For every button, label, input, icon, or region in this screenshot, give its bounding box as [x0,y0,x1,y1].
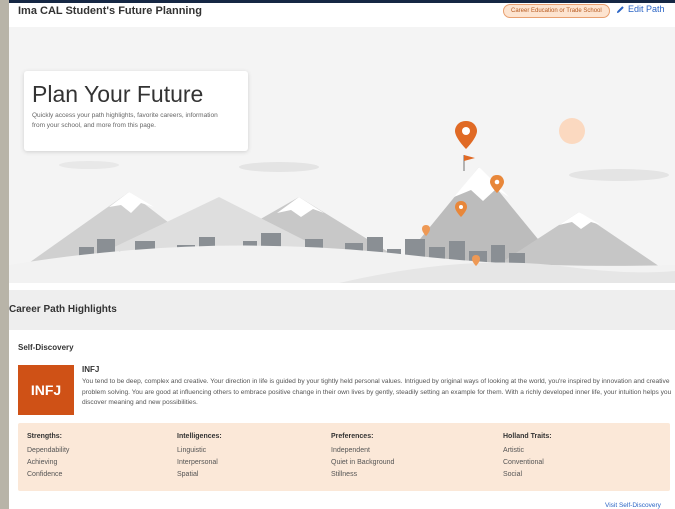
pencil-icon [616,5,624,13]
column-heading: Intelligences: [177,433,222,440]
hero-banner: Plan Your Future Quickly access your pat… [9,27,675,283]
hero-description: Quickly access your path highlights, fav… [32,112,218,129]
page-header: Ima CAL Student's Future Planning Career… [9,3,675,27]
future-planning-page: Ima CAL Student's Future Planning Career… [9,3,675,509]
intelligences-column: Intelligences: Linguistic Interpersonal … [177,433,222,481]
trait-item: Quiet in Background [331,459,395,466]
trait-item: Confidence [27,471,63,478]
trait-item: Linguistic [177,447,207,454]
visit-self-discovery-link[interactable]: Visit Self-Discovery [605,502,661,509]
trait-item: Stillness [331,471,358,478]
trait-item: Spatial [177,471,199,478]
column-heading: Strengths: [27,433,62,440]
window-left-rail [0,0,9,509]
trait-item: Achieving [27,459,58,466]
career-path-highlights-header: Career Path Highlights [9,290,675,330]
hero-intro-card: Plan Your Future Quickly access your pat… [24,71,248,151]
mountain-landscape-illustration [9,118,675,283]
trait-item: Interpersonal [177,459,218,466]
column-heading: Holland Traits: [503,433,552,440]
page-title: Ima CAL Student's Future Planning [18,5,202,17]
flag-icon [463,155,475,171]
column-heading: Preferences: [331,433,374,440]
trait-item: Conventional [503,459,544,466]
map-pin-icon [455,121,477,149]
edit-path-label: Edit Path [628,4,665,14]
traits-panel: Strengths: Dependability Achieving Confi… [18,423,670,491]
personality-type-tile: INFJ [18,365,74,415]
trait-item: Dependability [27,447,70,454]
edit-path-button[interactable]: Edit Path [616,4,665,14]
section-title: Career Path Highlights [9,304,117,315]
sun-icon [559,118,585,144]
strengths-column: Strengths: Dependability Achieving Confi… [27,433,69,481]
self-discovery-label: Self-Discovery [18,343,74,352]
self-discovery-section: Self-Discovery INFJ INFJ You tend to be … [9,331,675,509]
holland-traits-column: Holland Traits: Artistic Conventional So… [503,433,552,481]
personality-type-title: INFJ [82,365,100,374]
hero-heading: Plan Your Future [32,81,204,107]
trait-item: Artistic [503,447,524,454]
path-type-badge: Career Education or Trade School [503,4,610,18]
trait-item: Independent [331,447,370,454]
preferences-column: Preferences: Independent Quiet in Backgr… [331,433,394,481]
trait-item: Social [503,471,523,478]
personality-type-description: You tend to be deep, complex and creativ… [82,378,672,406]
